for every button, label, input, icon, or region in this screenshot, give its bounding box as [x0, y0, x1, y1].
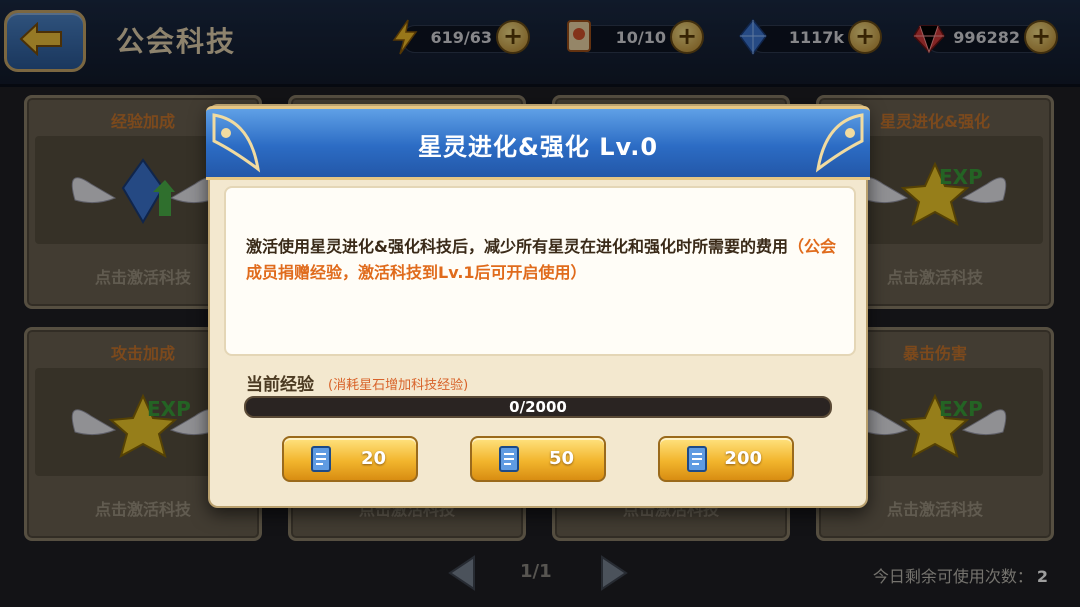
exp-hint: (消耗星石增加科技经验) [328, 378, 469, 393]
exp-label: 当前经验 [246, 375, 314, 395]
donate-200-button[interactable]: 200 [658, 436, 794, 482]
ornament-right-icon [815, 113, 864, 173]
exp-progress-bar: 0/2000 [244, 396, 832, 418]
dialog-header: 星灵进化&强化 Lv.0 [206, 106, 870, 180]
scroll-icon [499, 446, 519, 472]
scroll-icon [687, 446, 707, 472]
scroll-icon [311, 446, 331, 472]
donate-50-button[interactable]: 50 [470, 436, 606, 482]
exp-progress-text: 0/2000 [509, 398, 567, 416]
donate-20-button[interactable]: 20 [282, 436, 418, 482]
description-text: 激活使用星灵进化&强化科技后，减少所有星灵在进化和强化时所需要的费用（公会成员捐… [246, 237, 836, 282]
dialog-title: 星灵进化&强化 Lv.0 [417, 133, 659, 161]
tech-dialog: 星灵进化&强化 Lv.0 激活使用星灵进化&强化科技后，减少所有星灵在进化和强化… [206, 104, 870, 508]
description-panel: 激活使用星灵进化&强化科技后，减少所有星灵在进化和强化时所需要的费用（公会成员捐… [224, 186, 856, 356]
